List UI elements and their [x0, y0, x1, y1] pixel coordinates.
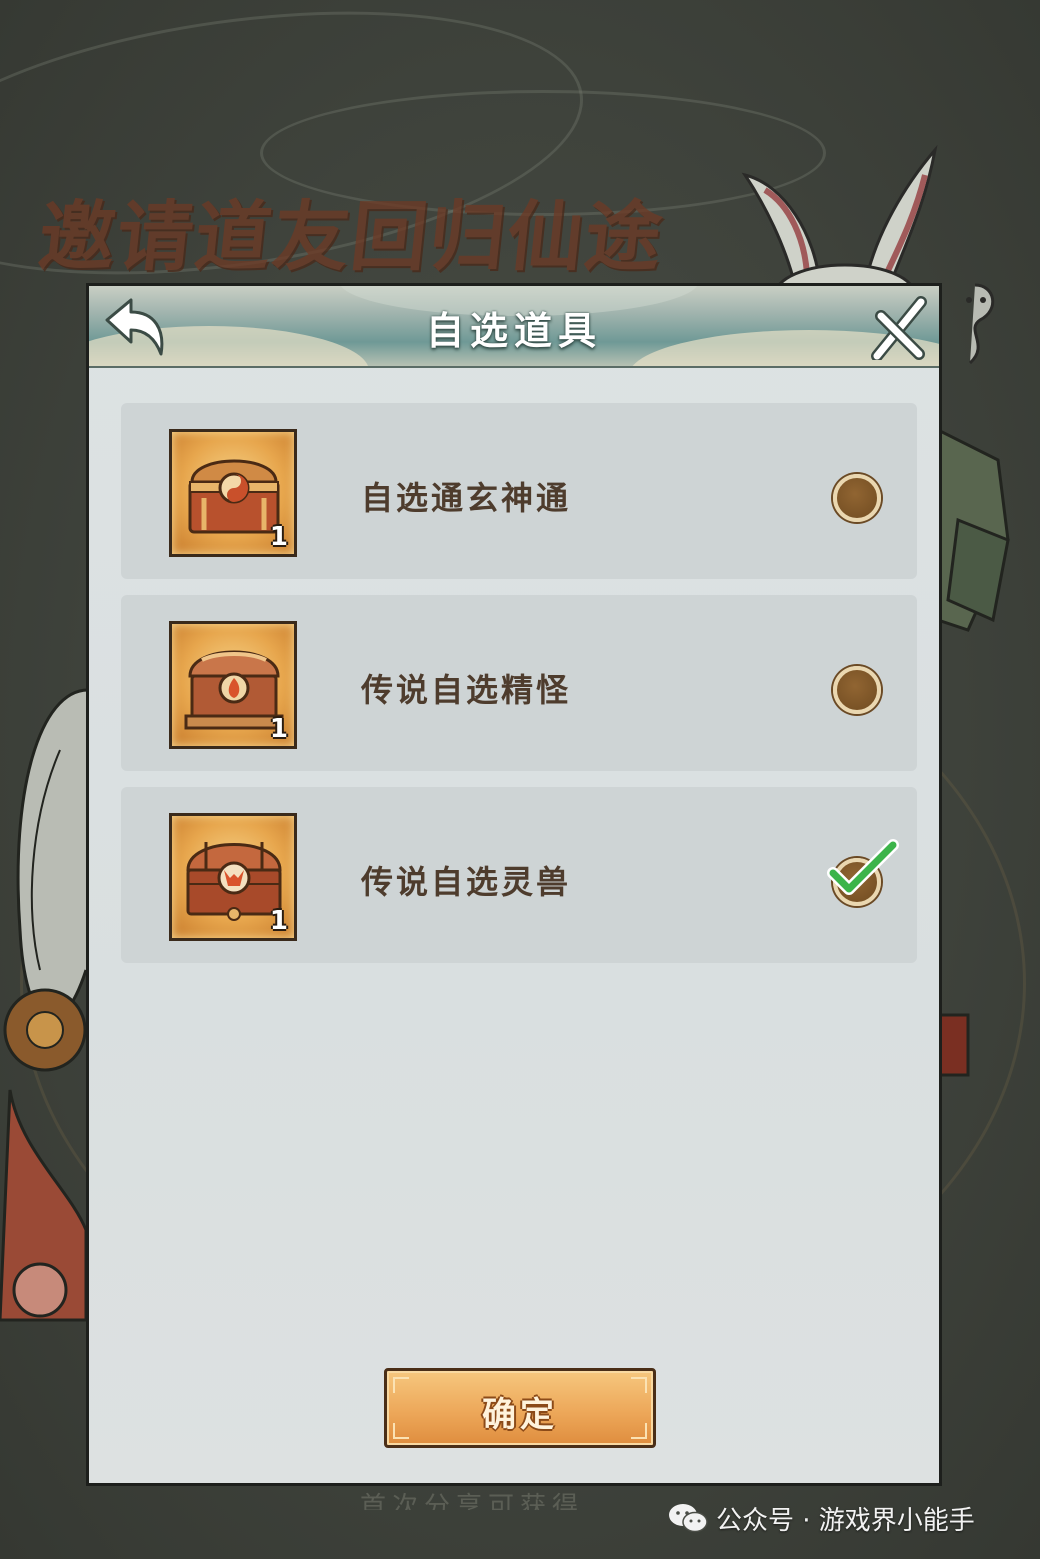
- close-x-icon: [871, 296, 927, 362]
- checkmark-icon: [827, 839, 899, 895]
- item-icon-frame: 1: [169, 429, 297, 557]
- character-right-fragment: [938, 430, 1010, 1077]
- item-count: 1: [269, 522, 288, 552]
- radio-unselected[interactable]: [833, 666, 881, 714]
- item-count: 1: [269, 714, 288, 744]
- watermark: 公众号 · 游戏界小能手: [668, 1500, 975, 1536]
- item-row[interactable]: 1 传说自选精怪: [121, 595, 917, 771]
- confirm-button[interactable]: 确定: [384, 1368, 656, 1448]
- watermark-text: 公众号 · 游戏界小能手: [716, 1505, 975, 1536]
- confirm-button-label: 确定: [482, 1395, 558, 1435]
- radio-unselected[interactable]: [833, 474, 881, 522]
- dialog-header: 自选道具: [89, 286, 939, 368]
- item-count: 1: [269, 906, 288, 936]
- event-title: 邀请道友回归仙途: [34, 192, 668, 281]
- item-row[interactable]: 1 传说自选灵兽: [121, 787, 917, 963]
- item-row[interactable]: 1 自选通玄神通: [121, 403, 917, 579]
- item-name: 传说自选灵兽: [361, 863, 572, 901]
- character-left-fragment: [0, 688, 89, 1322]
- item-name: 传说自选精怪: [361, 671, 572, 709]
- wechat-icon: [669, 1504, 708, 1533]
- spirit-wisp-icon: [966, 283, 995, 365]
- rabbit-figure-icon: [741, 145, 938, 305]
- item-icon-frame: 1: [169, 813, 297, 941]
- event-footer-text: 首次分享可获得: [360, 1492, 585, 1510]
- item-selection-dialog: 自选道具 1 自选通玄神通 1 传说自选精怪 1 传说自选灵兽 确定: [86, 283, 942, 1486]
- dialog-title: 自选道具: [425, 308, 602, 353]
- close-button[interactable]: [867, 294, 933, 362]
- item-icon-frame: 1: [169, 621, 297, 749]
- item-name: 自选通玄神通: [361, 479, 572, 517]
